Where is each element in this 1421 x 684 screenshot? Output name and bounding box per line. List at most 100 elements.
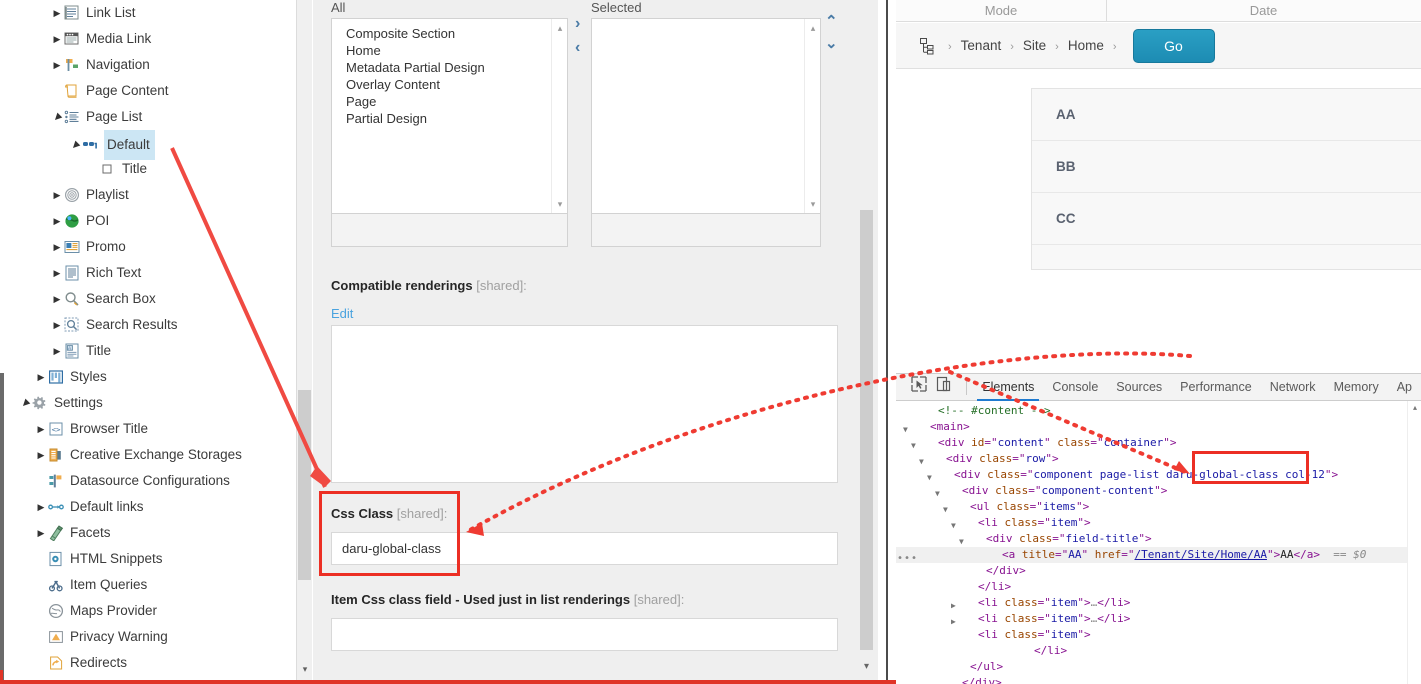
- tree-expander-icon[interactable]: ▶: [34, 442, 48, 468]
- tree-item-settings[interactable]: ◀ Settings: [0, 390, 296, 416]
- tree-item-facets[interactable]: ▶ Facets: [0, 520, 296, 546]
- tree-item-browser-title[interactable]: ▶ <> Browser Title: [0, 416, 296, 442]
- all-list-item[interactable]: Overlay Content: [346, 76, 567, 93]
- form-scrollbar[interactable]: ▾: [855, 0, 878, 684]
- tree-expander-icon[interactable]: ▶: [50, 26, 64, 52]
- compatible-renderings-box[interactable]: [331, 325, 838, 483]
- devtools-tab-network[interactable]: Network: [1261, 374, 1325, 401]
- rendering-details-form[interactable]: All Selected Composite Section Home Metada…: [313, 0, 878, 684]
- tree-expander-icon[interactable]: ▶: [50, 208, 64, 234]
- dom-node-line[interactable]: </div>: [896, 563, 1407, 579]
- tree-item-datasource-configurations[interactable]: Datasource Configurations: [0, 468, 296, 494]
- dom-tree-scrollbar[interactable]: ▴: [1407, 401, 1421, 684]
- inspect-element-icon[interactable]: [910, 375, 935, 399]
- move-up-button[interactable]: ⌃: [825, 14, 838, 29]
- tree-scrollbar[interactable]: ▾: [296, 0, 312, 684]
- tree-item-item-queries[interactable]: Item Queries: [0, 572, 296, 598]
- form-scroll-down-icon[interactable]: ▾: [855, 658, 878, 676]
- tree-item-playlist[interactable]: ▶ Playlist: [0, 182, 296, 208]
- selected-scroll-down-icon[interactable]: ▾: [805, 197, 820, 211]
- tree-item-creative-exchange-storages[interactable]: ▶ Creative Exchange Storages: [0, 442, 296, 468]
- tree-item-promo[interactable]: ▶ Promo: [0, 234, 296, 260]
- dom-node-line[interactable]: ▼ <li class="item">: [896, 515, 1407, 531]
- content-tree-panel[interactable]: ▶ Link List ▶ Media Link ▶ Navigation Page Con…: [0, 0, 296, 684]
- tree-item-search-results[interactable]: ▶ Search Results: [0, 312, 296, 338]
- selected-scroll-up-icon[interactable]: ▴: [805, 21, 820, 35]
- breadcrumb-item-tenant[interactable]: Tenant: [961, 38, 1002, 53]
- tree-item-styles[interactable]: ▶ Styles: [0, 364, 296, 390]
- compatible-renderings-edit-link[interactable]: Edit: [331, 306, 353, 321]
- breadcrumb-bar[interactable]: › Tenant › Site › Home › Go: [896, 23, 1421, 69]
- selected-listbox-scrollbar[interactable]: ▴ ▾: [804, 19, 820, 213]
- devtools-tabbar[interactable]: Elements Console Sources Performance Network…: [896, 374, 1421, 401]
- dom-node-line[interactable]: <li class="item">: [896, 627, 1407, 643]
- move-down-button[interactable]: ⌄: [825, 36, 838, 51]
- devtools-panel[interactable]: Elements Console Sources Performance Network…: [896, 373, 1421, 684]
- tree-item-poi[interactable]: ▶ POI: [0, 208, 296, 234]
- go-button[interactable]: Go: [1132, 28, 1215, 63]
- dom-node-line[interactable]: ••• <a title="AA" href="/Tenant/Site/Home…: [896, 547, 1407, 564]
- tree-item-media-link[interactable]: ▶ Media Link: [0, 26, 296, 52]
- devtools-tab-elements[interactable]: Elements: [973, 374, 1043, 401]
- tree-expander-icon[interactable]: ▶: [50, 286, 64, 312]
- selected-listbox[interactable]: ▴ ▾: [591, 18, 821, 214]
- page-list-preview[interactable]: AA BB CC: [1031, 88, 1421, 270]
- devtools-tab-performance[interactable]: Performance: [1171, 374, 1261, 401]
- move-right-button[interactable]: ›: [575, 16, 580, 32]
- all-listbox-scrollbar[interactable]: ▴ ▾: [551, 19, 567, 213]
- tree-scroll-down-icon[interactable]: ▾: [297, 661, 313, 678]
- dom-node-line[interactable]: </div>: [896, 675, 1407, 684]
- move-left-button[interactable]: ‹: [575, 40, 580, 56]
- tree-expander-icon[interactable]: ▶: [50, 234, 64, 260]
- form-scrollbar-thumb[interactable]: [860, 210, 873, 650]
- all-listbox[interactable]: Composite Section Home Metadata Partial De…: [331, 18, 568, 214]
- tree-expander-icon[interactable]: ▶: [34, 520, 48, 546]
- dom-node-line[interactable]: ▼ <ul class="items">: [896, 499, 1407, 515]
- dom-node-line[interactable]: ▼ <div class="component-content">: [896, 483, 1407, 499]
- dom-tree[interactable]: <!-- #content --> ▼ <main> ▼ <div id="conten…: [896, 401, 1407, 684]
- devtools-tab-sources[interactable]: Sources: [1107, 374, 1171, 401]
- page-list-item[interactable]: AA: [1032, 89, 1421, 141]
- breadcrumb-item-site[interactable]: Site: [1023, 38, 1046, 53]
- all-scroll-down-icon[interactable]: ▾: [552, 197, 567, 211]
- devtools-tab-memory[interactable]: Memory: [1325, 374, 1388, 401]
- page-list-item[interactable]: BB: [1032, 141, 1421, 193]
- tree-item-maps-provider[interactable]: Maps Provider: [0, 598, 296, 624]
- dom-node-line[interactable]: </li>: [896, 643, 1407, 659]
- all-listbox-items[interactable]: Composite Section Home Metadata Partial De…: [332, 19, 567, 127]
- tree-item-privacy-warning[interactable]: Privacy Warning: [0, 624, 296, 650]
- dom-node-line[interactable]: ▼ <div class="row">: [896, 451, 1407, 467]
- dom-node-line[interactable]: ▼ <div class="component page-list daru-gl…: [896, 467, 1407, 483]
- breadcrumb-items[interactable]: › Tenant › Site › Home ›: [942, 38, 1123, 53]
- tree-item-page-content[interactable]: Page Content: [0, 78, 296, 104]
- sitemap-icon[interactable]: [920, 37, 936, 55]
- page-list-item[interactable]: CC: [1032, 193, 1421, 245]
- browser-preview-panel[interactable]: Mode Date › Tenant › Site › Home › Go AA BB CC: [896, 0, 1421, 684]
- dom-node-line[interactable]: ▼ <main>: [896, 419, 1407, 435]
- tree-item-redirects[interactable]: Redirects: [0, 650, 296, 676]
- tree-expander-icon[interactable]: ▶: [50, 260, 64, 286]
- all-list-item[interactable]: Partial Design: [346, 110, 567, 127]
- all-scroll-up-icon[interactable]: ▴: [552, 21, 567, 35]
- tree-item-search-box[interactable]: ▶ Search Box: [0, 286, 296, 312]
- tree-item-page-list[interactable]: ◀ Page List: [0, 104, 296, 130]
- devtools-tab-console[interactable]: Console: [1043, 374, 1107, 401]
- tree-item-link-list[interactable]: ▶ Link List: [0, 0, 296, 26]
- tree-item-navigation[interactable]: ▶ Navigation: [0, 52, 296, 78]
- tree-item-html-snippets[interactable]: HTML Snippets: [0, 546, 296, 572]
- dom-node-line[interactable]: ▶ <li class="item">…</li>: [896, 595, 1407, 611]
- item-css-class-input[interactable]: [331, 618, 838, 651]
- tree-expander-icon[interactable]: ▶: [50, 52, 64, 78]
- selected-listbox-items[interactable]: [592, 19, 820, 25]
- dom-scroll-up-icon[interactable]: ▴: [1408, 401, 1421, 414]
- tree-item-rich-text[interactable]: ▶ Rich Text: [0, 260, 296, 286]
- tree-item-default-links[interactable]: ▶ Default links: [0, 494, 296, 520]
- tree-expander-icon[interactable]: ▶: [34, 416, 48, 442]
- css-class-input[interactable]: daru-global-class: [331, 532, 838, 565]
- tree-item-title[interactable]: Title: [0, 156, 296, 182]
- tree-expander-icon[interactable]: ▶: [34, 494, 48, 520]
- dom-node-line[interactable]: ▼ <div class="field-title">: [896, 531, 1407, 547]
- tree-item-title[interactable]: ▶ A Title: [0, 338, 296, 364]
- all-list-item[interactable]: Page: [346, 93, 567, 110]
- all-list-item[interactable]: Home: [346, 42, 567, 59]
